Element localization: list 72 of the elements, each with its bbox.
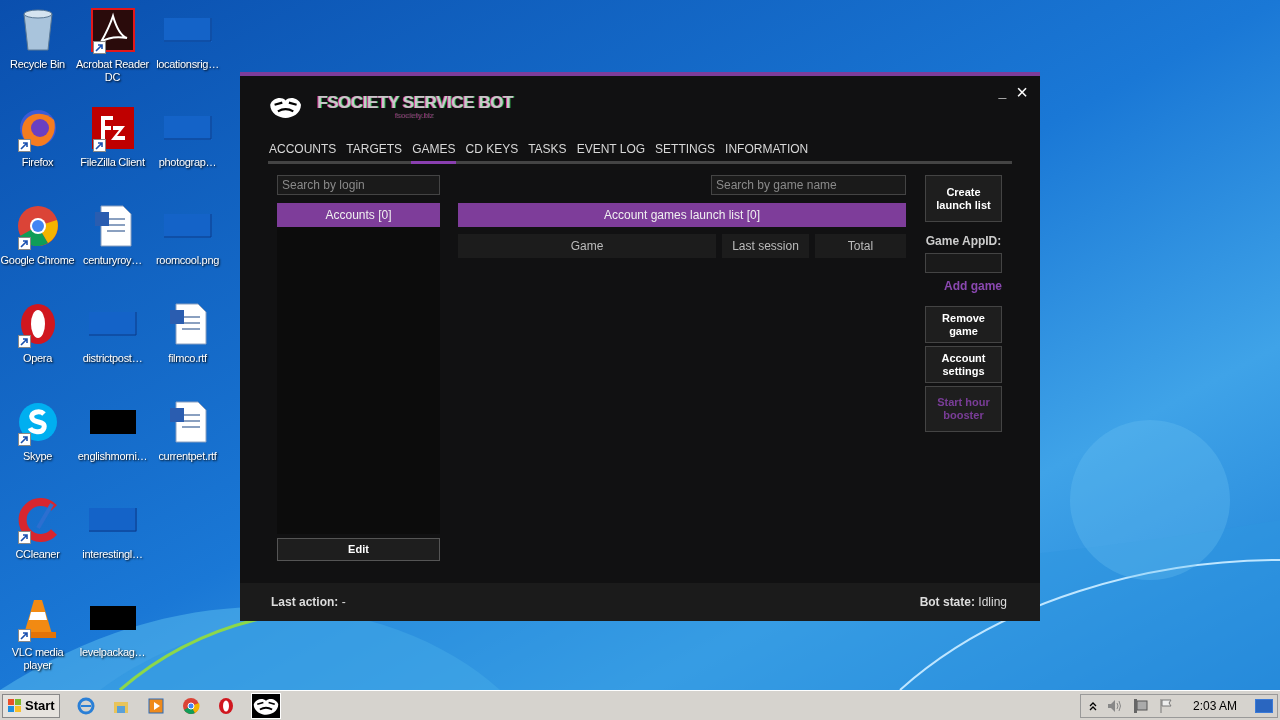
column-header[interactable]: Game: [458, 234, 716, 258]
desktop-icon-label[interactable]: photograp…: [150, 156, 225, 169]
shortcut-arrow-icon: [92, 139, 106, 152]
pdf-app-icon: [90, 8, 135, 52]
desktop-icon-label[interactable]: Opera: [0, 352, 75, 365]
dark-thumbnail-icon: [89, 606, 136, 630]
thumbnail-icon: [88, 508, 137, 532]
create-launch-list-button[interactable]: Create launch list: [925, 175, 1002, 222]
shortcut-arrow-icon: [17, 531, 31, 544]
windows-logo-icon: [7, 697, 23, 714]
thumbnail-icon: [163, 18, 212, 42]
desktop-icon-label[interactable]: Skype: [0, 450, 75, 463]
desktop-icon-label[interactable]: filmco.rtf: [150, 352, 225, 365]
tab[interactable]: TARGETS: [345, 140, 404, 164]
app-subtitle: fsociety.biz: [395, 112, 435, 120]
bot-state-text: Bot state: Idling: [919, 594, 1007, 611]
chevron-up-icon[interactable]: [1088, 700, 1097, 711]
login-search-field[interactable]: Search by login: [277, 175, 440, 195]
flag-icon[interactable]: [1158, 697, 1173, 714]
desktop-icon-label[interactable]: VLC media player: [0, 646, 75, 672]
side-button[interactable]: Account settings: [925, 346, 1002, 383]
speaker-icon[interactable]: [1106, 698, 1123, 713]
desktop-icon-label[interactable]: currentpet.rtf: [150, 450, 225, 463]
dark-thumbnail-icon: [89, 410, 136, 434]
side-button[interactable]: Remove game: [925, 306, 1002, 343]
tab[interactable]: GAMES: [411, 140, 457, 164]
desktop-icon-label[interactable]: centuryroy…: [75, 254, 150, 267]
games-header: Account games launch list [0]: [458, 203, 906, 227]
game-search-field[interactable]: Search by game name: [711, 175, 906, 195]
clock[interactable]: 2:03 AM: [1192, 696, 1237, 715]
appid-label: Game AppID:: [925, 233, 1002, 250]
desktop-icon-label[interactable]: Google Chrome: [0, 254, 75, 267]
desktop-icon-label[interactable]: Acrobat Reader DC: [75, 58, 150, 84]
shortcut-arrow-icon: [17, 335, 31, 348]
thumbnail-icon: [163, 214, 212, 238]
tab[interactable]: CD KEYS: [464, 140, 520, 164]
app-title: FSOCIETY SERVICE BOT: [317, 94, 514, 112]
desktop-icon-label[interactable]: Firefox: [0, 156, 75, 169]
close-button[interactable]: ×: [1016, 82, 1028, 102]
tab[interactable]: ACCOUNTS: [268, 140, 338, 164]
shortcut-arrow-icon: [17, 237, 31, 250]
shortcut-arrow-icon: [17, 629, 31, 642]
thumbnail-icon: [88, 312, 137, 336]
network-icon[interactable]: [1132, 697, 1149, 714]
desktop-icon-label[interactable]: locationsrig…: [150, 58, 225, 71]
tab[interactable]: EVENT LOG: [575, 140, 647, 164]
shortcut-arrow-icon: [92, 41, 106, 54]
shortcut-arrow-icon: [17, 139, 31, 152]
chrome-ball-icon: [15, 204, 60, 248]
edit-button[interactable]: Edit: [277, 538, 440, 561]
minimize-button[interactable]: _: [998, 85, 1007, 99]
shortcut-arrow-icon: [17, 433, 31, 446]
show-desktop-button[interactable]: [1255, 698, 1273, 713]
desktop-icon-label[interactable]: englishmorni…: [75, 450, 150, 463]
column-header[interactable]: Last session: [722, 234, 809, 258]
desktop-icon-label[interactable]: CCleaner: [0, 548, 75, 561]
column-header[interactable]: Total: [815, 234, 906, 258]
tab[interactable]: SETTINGS: [654, 140, 717, 164]
desktop-icon-label[interactable]: districtpost…: [75, 352, 150, 365]
desktop-icon-label[interactable]: FileZilla Client: [75, 156, 150, 169]
desktop-icon-label[interactable]: Recycle Bin: [0, 58, 75, 71]
appid-field[interactable]: [925, 253, 1002, 273]
desktop-icon-label[interactable]: roomcool.png: [150, 254, 225, 267]
start-button[interactable]: Start: [2, 693, 60, 718]
desktop-icon-label[interactable]: interestingl…: [75, 548, 150, 561]
desktop-icon-image[interactable]: [88, 6, 137, 54]
mask-logo-icon: [268, 96, 304, 118]
accounts-header: Accounts [0]: [277, 203, 440, 227]
last-action-text: Last action: -: [271, 594, 346, 611]
thumbnail-icon: [163, 116, 212, 140]
tab[interactable]: TASKS: [527, 140, 568, 164]
tab[interactable]: INFORMATION: [724, 140, 810, 164]
